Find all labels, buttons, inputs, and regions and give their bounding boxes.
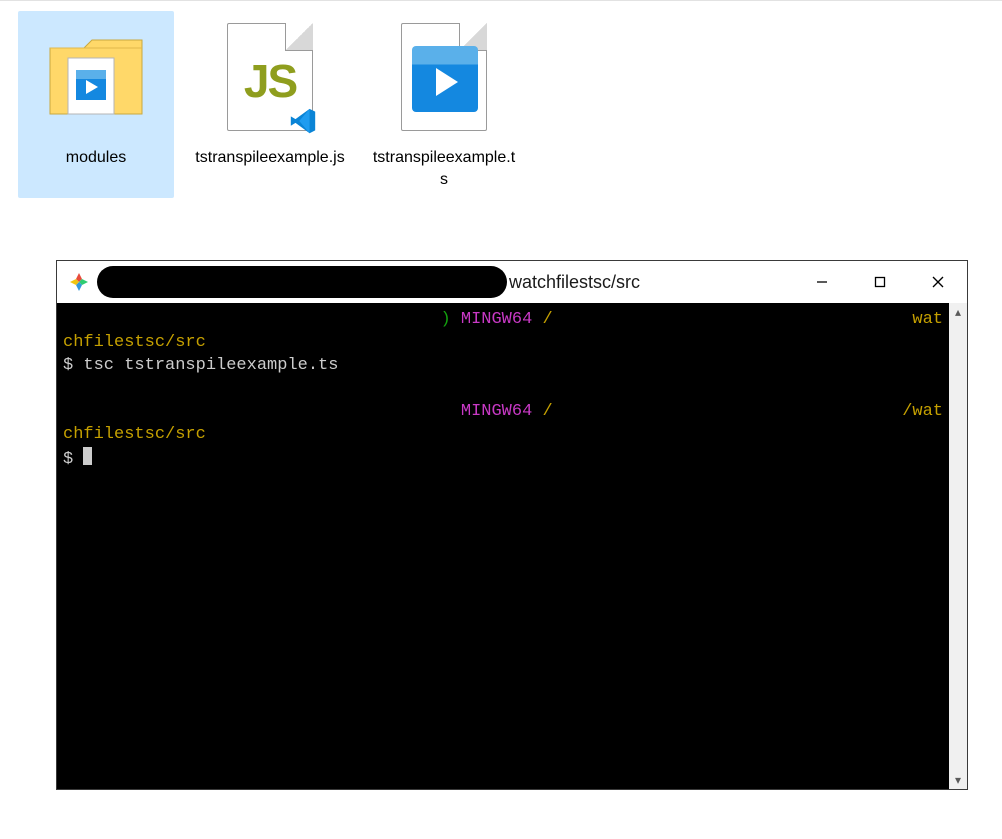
window-controls xyxy=(793,261,967,303)
folder-icon xyxy=(36,17,156,137)
scrollbar[interactable]: ▴ ▾ xyxy=(949,303,967,789)
file-item-ts[interactable]: tstranspileexample.ts xyxy=(366,11,522,198)
terminal-window: watchfilestsc/src ) MINGW64 /watchfilest… xyxy=(56,260,968,790)
file-label: modules xyxy=(66,147,126,169)
redacted-title xyxy=(97,266,507,298)
cursor-icon xyxy=(83,447,92,465)
file-item-modules[interactable]: modules xyxy=(18,11,174,198)
terminal-line: $ xyxy=(63,447,943,472)
close-button[interactable] xyxy=(909,261,967,303)
scroll-down-icon[interactable]: ▾ xyxy=(949,771,967,789)
terminal-line: chfilestsc/src xyxy=(63,424,943,447)
tsfile-icon xyxy=(384,17,504,137)
jsfile-icon: JS xyxy=(210,17,330,137)
terminal-line: $ tsc tstranspileexample.ts xyxy=(63,355,943,378)
file-row: modules JS tstranspileexample.js xyxy=(0,11,1002,198)
file-label: tstranspileexample.ts xyxy=(369,147,519,190)
maximize-button[interactable] xyxy=(851,261,909,303)
app-icon xyxy=(69,272,89,292)
minimize-button[interactable] xyxy=(793,261,851,303)
file-explorer: modules JS tstranspileexample.js xyxy=(0,0,1002,258)
terminal-line xyxy=(63,378,943,401)
terminal-body[interactable]: ) MINGW64 /watchfilestsc/src$ tsc tstran… xyxy=(57,303,949,789)
terminal-line: MINGW64 //wat xyxy=(63,401,943,424)
file-label: tstranspileexample.js xyxy=(195,147,344,169)
titlebar-path: watchfilestsc/src xyxy=(509,272,640,293)
scroll-up-icon[interactable]: ▴ xyxy=(949,303,967,321)
terminal-line: chfilestsc/src xyxy=(63,332,943,355)
terminal-line: ) MINGW64 /wat xyxy=(63,309,943,332)
file-item-js[interactable]: JS tstranspileexample.js xyxy=(192,11,348,198)
titlebar[interactable]: watchfilestsc/src xyxy=(57,261,967,303)
